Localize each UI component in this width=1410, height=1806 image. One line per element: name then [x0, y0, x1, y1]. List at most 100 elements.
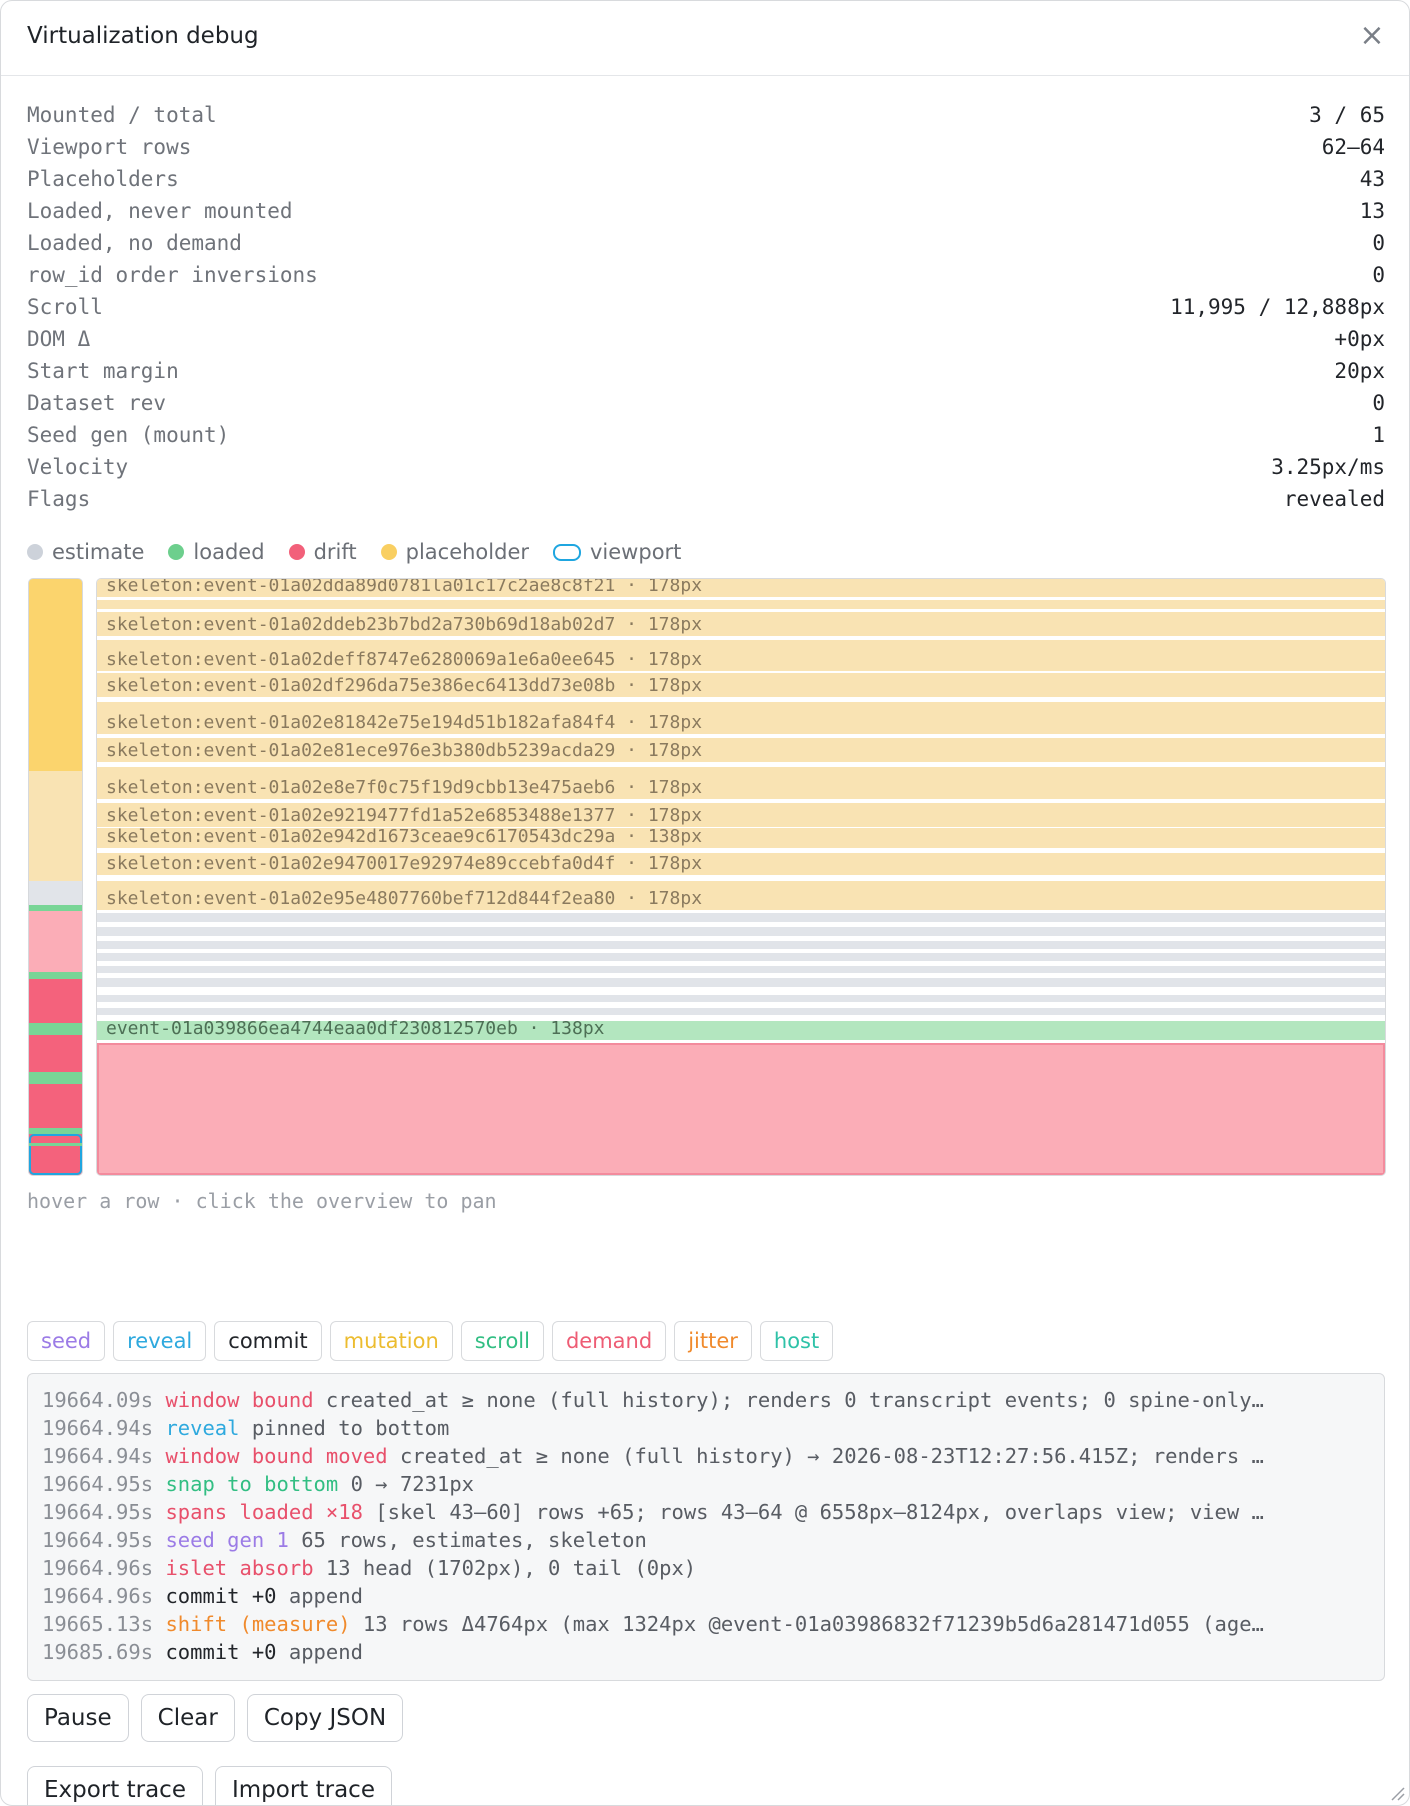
stat-value: 43: [1359, 167, 1385, 191]
filter-chip-scroll[interactable]: scroll: [460, 1321, 544, 1361]
legend: estimate loaded drift placeholder viewport: [27, 537, 681, 567]
clear-button[interactable]: Clear: [140, 1694, 235, 1742]
filter-chip-host[interactable]: host: [759, 1321, 834, 1361]
log-timestamp: 19664.09s: [42, 1388, 154, 1412]
log-timestamp: 19664.95s: [42, 1528, 154, 1552]
filter-chip-jitter[interactable]: jitter: [674, 1321, 752, 1361]
stat-row: Mounted / total 3 / 65: [27, 99, 1385, 131]
stat-label: Dataset rev: [27, 391, 167, 415]
filter-chip-commit[interactable]: commit: [214, 1321, 322, 1361]
placeholder-row: skeleton:event-01a02e8e7f0c75f19d9cbb13e…: [97, 775, 1385, 799]
event-filters: seed reveal commit mutation scroll demand jitt…: [27, 1321, 834, 1361]
log-timestamp: 19664.96s: [42, 1584, 154, 1608]
copy-json-button[interactable]: Copy JSON: [246, 1694, 404, 1742]
event-log[interactable]: 19664.09s window bound created_at ≥ none…: [27, 1373, 1385, 1681]
overview-segment: [29, 706, 82, 733]
placeholder-row: skeleton:event-01a02ddeb23b7bd2a730b69d1…: [97, 612, 1385, 636]
overview-segment: [29, 1035, 82, 1072]
stat-label: row_id order inversions: [27, 263, 318, 287]
hint-text: hover a row · click the overview to pan: [27, 1189, 497, 1213]
stat-row: Scroll 11,995 / 12,888px: [27, 291, 1385, 323]
row-label: skeleton:event-01a02e95e4807760bef712d84…: [106, 888, 703, 909]
rows-visualizer: skeleton:event-01a02dda89d0781la01c17c2a…: [96, 578, 1386, 1176]
log-timestamp: 19685.69s: [42, 1640, 154, 1664]
overview-segment: [29, 1143, 82, 1146]
filter-chip-seed[interactable]: seed: [27, 1321, 106, 1361]
stat-row: Placeholders 43: [27, 163, 1385, 195]
overview-minimap[interactable]: [28, 578, 83, 1176]
panel-header: Virtualization debug ×: [1, 1, 1409, 76]
row-label: skeleton:event-01a02ddeb23b7bd2a730b69d1…: [106, 614, 703, 635]
overview-segment: [29, 881, 82, 905]
log-detail: 13 head (1702px), 0 tail (0px): [325, 1556, 697, 1580]
stat-value: 11,995 / 12,888px: [1170, 295, 1385, 319]
stat-row: Loaded, no demand 0: [27, 227, 1385, 259]
stat-label: Seed gen (mount): [27, 423, 230, 447]
resize-handle-icon[interactable]: [1389, 1785, 1405, 1801]
legend-label: loaded: [193, 540, 265, 564]
legend-label: drift: [313, 540, 357, 564]
stat-label: Loaded, no demand: [27, 231, 242, 255]
estimate-row: [97, 1008, 1385, 1015]
pause-button[interactable]: Pause: [27, 1694, 129, 1742]
log-event-tag: islet absorb: [165, 1556, 314, 1580]
placeholder-row: skeleton:event-01a02e81842e75e194d51b182…: [97, 710, 1385, 734]
legend-item-estimate: estimate: [27, 540, 144, 564]
stat-label: Flags: [27, 487, 91, 511]
stat-label: Scroll: [27, 295, 103, 319]
stat-value: 3 / 65: [1309, 103, 1385, 127]
log-event-tag: window bound moved: [165, 1444, 388, 1468]
placeholder-row: skeleton:event-01a02e9470017e92974e89cce…: [97, 853, 1385, 875]
estimate-row: [97, 966, 1385, 973]
log-event-tag: shift (measure): [165, 1612, 351, 1636]
row-label: skeleton:event-01a02e81ece976e3b380db523…: [106, 740, 703, 761]
loaded-dot-icon: [168, 544, 185, 560]
estimate-row: [97, 913, 1385, 922]
stat-value: 0: [1372, 231, 1385, 255]
button-bar-trace: Export trace Import trace: [27, 1766, 392, 1805]
stat-label: Placeholders: [27, 167, 179, 191]
placeholder-row: skeleton:event-01a02e81ece976e3b380db523…: [97, 738, 1385, 762]
row-label: skeleton:event-01a02deff8747e6280069a1e6…: [106, 649, 703, 670]
close-icon[interactable]: ×: [1355, 19, 1389, 53]
row-label: skeleton:event-01a02df296da75e386ec6413d…: [106, 675, 703, 696]
stat-row: Seed gen (mount) 1: [27, 419, 1385, 451]
stat-row: row_id order inversions 0: [27, 259, 1385, 291]
filter-chip-reveal[interactable]: reveal: [113, 1321, 207, 1361]
legend-label: estimate: [52, 540, 145, 564]
overview-segment: [29, 1072, 82, 1084]
log-entry: 19664.96s islet absorb 13 head (1702px),…: [42, 1554, 1370, 1582]
legend-item-viewport: viewport: [553, 540, 681, 564]
overview-segment: [29, 754, 82, 771]
log-detail: 13 rows Δ4764px (max 1324px @event-01a03…: [362, 1612, 1264, 1636]
log-detail: [skel 43–60] rows +65; rows 43–64 @ 6558…: [375, 1500, 1264, 1524]
overview-viewport-box[interactable]: [29, 1134, 82, 1175]
legend-item-drift: drift: [288, 540, 357, 564]
overview-segment: [29, 579, 82, 653]
filter-chip-mutation[interactable]: mutation: [329, 1321, 453, 1361]
log-timestamp: 19664.94s: [42, 1416, 154, 1440]
estimate-row: [97, 941, 1385, 949]
log-entry: 19664.95s snap to bottom 0 → 7231px: [42, 1470, 1370, 1498]
drift-dot-icon: [288, 544, 305, 560]
stat-value: 0: [1372, 391, 1385, 415]
log-event-tag: window bound: [165, 1388, 314, 1412]
stat-row: Dataset rev 0: [27, 387, 1385, 419]
filter-chip-demand[interactable]: demand: [551, 1321, 667, 1361]
debug-panel: Virtualization debug × Mounted / total 3 …: [0, 0, 1410, 1806]
log-entry: 19664.94s window bound moved created_at …: [42, 1442, 1370, 1470]
overview-segment: [29, 680, 82, 706]
import-trace-button[interactable]: Import trace: [214, 1766, 392, 1805]
log-event-tag: reveal: [165, 1416, 240, 1440]
stat-value: 13: [1359, 199, 1385, 223]
stat-label: Loaded, never mounted: [27, 199, 293, 223]
overview-segment: [29, 979, 82, 1023]
legend-label: viewport: [590, 540, 682, 564]
row-label: skeleton:event-01a02dda89d0781la01c17c2a…: [106, 578, 703, 596]
stat-label: Velocity: [27, 455, 129, 479]
placeholder-row: [97, 600, 1385, 609]
stat-label: Viewport rows: [27, 135, 192, 159]
viewport-swatch-icon: [553, 543, 581, 561]
overview-segment: [29, 972, 82, 979]
export-trace-button[interactable]: Export trace: [27, 1766, 203, 1805]
